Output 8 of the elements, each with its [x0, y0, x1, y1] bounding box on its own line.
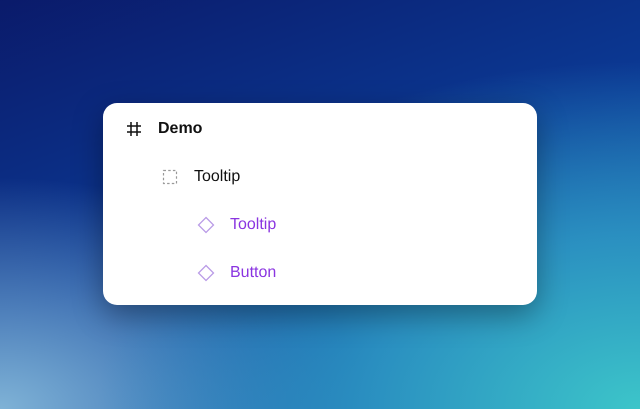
diamond-icon — [197, 264, 215, 282]
layer-name[interactable]: Demo — [158, 120, 202, 138]
diamond-icon — [197, 216, 215, 234]
hash-icon — [125, 120, 143, 138]
layer-name[interactable]: Tooltip — [230, 216, 276, 234]
dashed-square-icon — [161, 168, 179, 186]
layer-name[interactable]: Button — [230, 264, 276, 282]
layer-name[interactable]: Tooltip — [194, 168, 240, 186]
